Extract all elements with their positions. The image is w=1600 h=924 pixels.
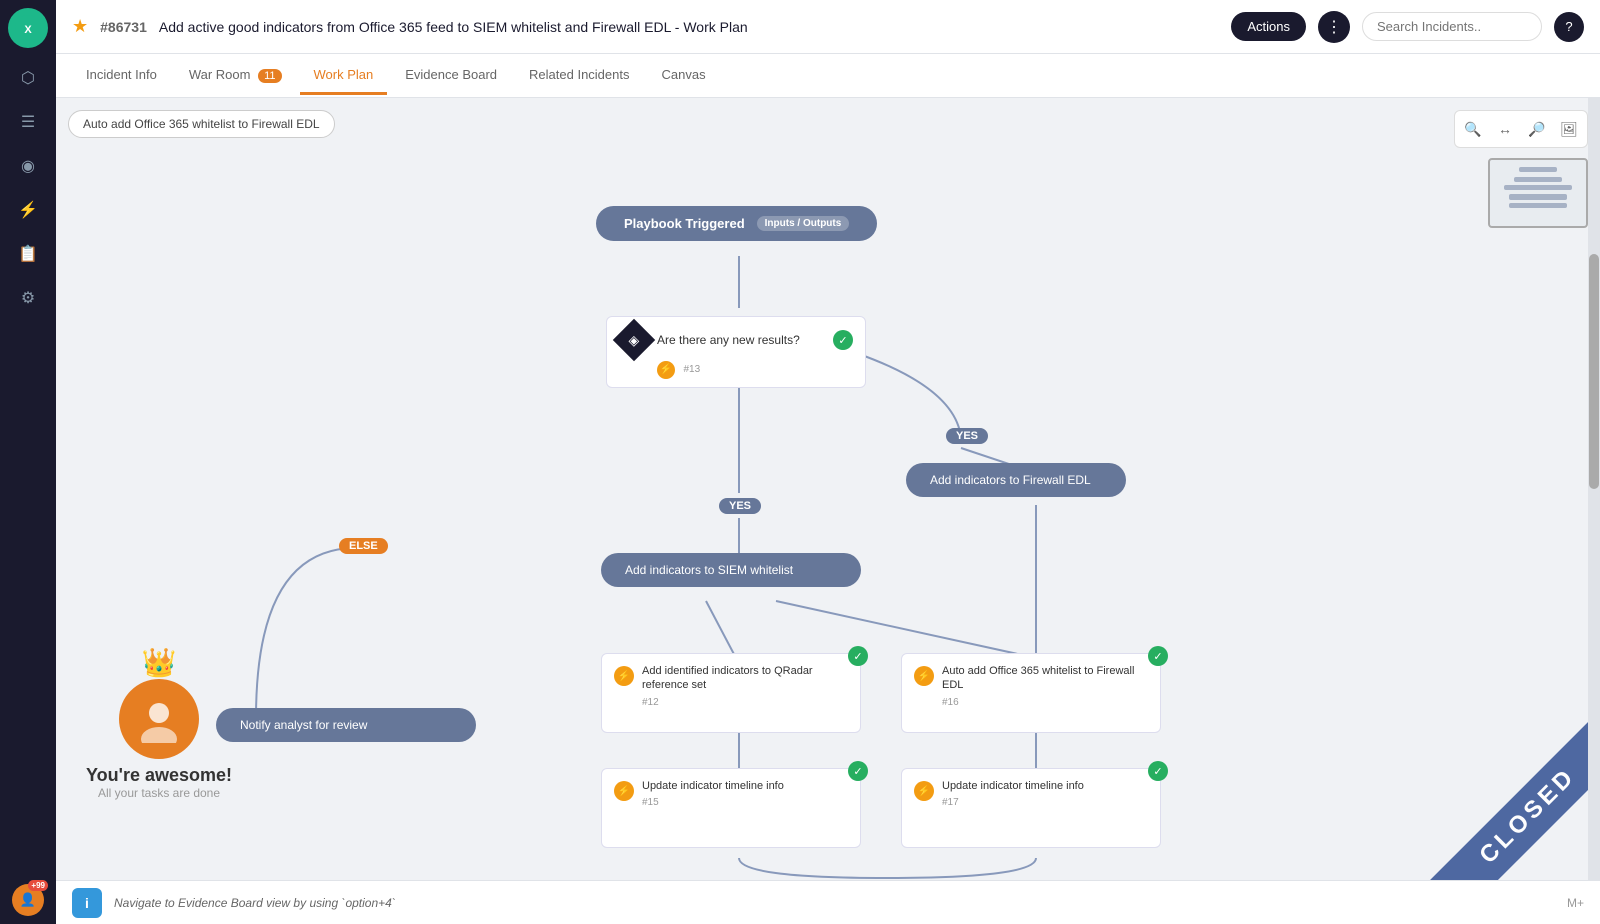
minimap [1488, 158, 1588, 228]
war-room-badge: 11 [258, 69, 281, 83]
actions-button[interactable]: Actions [1231, 12, 1306, 41]
tab-related-incidents[interactable]: Related Incidents [515, 57, 643, 95]
node-task2[interactable]: ⚡ Auto add Office 365 whitelist to Firew… [901, 653, 1161, 733]
zoom-in-button[interactable]: 🔍 [1459, 115, 1487, 143]
node-task4[interactable]: ⚡ Update indicator timeline info #17 ✓ [901, 768, 1161, 848]
sidebar-item-automation[interactable]: ⚡ [10, 192, 46, 228]
keyboard-hint: M+ [1567, 896, 1584, 910]
hint-text: Navigate to Evidence Board view by using… [114, 896, 1555, 910]
bottom-bar: i Navigate to Evidence Board view by usi… [56, 880, 1600, 924]
node-notify[interactable]: Notify analyst for review [216, 708, 476, 742]
io-label: Inputs / Outputs [757, 216, 850, 231]
sidebar-item-reports[interactable]: 📋 [10, 236, 46, 272]
notification-badge: +99 [28, 880, 48, 891]
yes-badge-right: YES [946, 428, 988, 444]
awesome-text: You're awesome! All your tasks are done [86, 765, 232, 800]
closed-label: CLOSED [1425, 713, 1600, 880]
node-add-siem[interactable]: Add indicators to SIEM whitelist [601, 553, 861, 587]
main-content: ★ #86731 Add active good indicators from… [56, 0, 1600, 924]
user-avatar[interactable]: 👤 +99 [12, 884, 44, 916]
node-task3[interactable]: ⚡ Update indicator timeline info #15 ✓ [601, 768, 861, 848]
node-condition[interactable]: ◈ Are there any new results? ✓ ⚡ #13 [606, 316, 866, 388]
node-add-firewall[interactable]: Add indicators to Firewall EDL [906, 463, 1126, 497]
awesome-avatar [119, 679, 199, 759]
screenshot-button[interactable]: 🖼 [1555, 115, 1583, 143]
workflow-canvas-area: Auto add Office 365 whitelist to Firewal… [56, 98, 1600, 880]
yes-badge-left: YES [719, 498, 761, 514]
tab-war-room[interactable]: War Room 11 [175, 57, 296, 95]
help-button[interactable]: ? [1554, 12, 1584, 42]
star-icon[interactable]: ★ [72, 16, 88, 37]
canvas-controls: 🔍 ↔ 🔎 🖼 [1454, 110, 1588, 148]
crown-icon: 👑 [86, 646, 232, 679]
tabs-bar: Incident Info War Room 11 Work Plan Evid… [56, 54, 1600, 98]
tab-canvas[interactable]: Canvas [647, 57, 719, 95]
else-badge: ELSE [339, 538, 388, 554]
search-input[interactable] [1362, 12, 1542, 41]
canvas-label: Auto add Office 365 whitelist to Firewal… [68, 110, 335, 138]
page-title: Add active good indicators from Office 3… [159, 19, 1220, 35]
sidebar-item-settings[interactable]: ⚙ [10, 280, 46, 316]
incident-id: #86731 [100, 19, 147, 35]
fit-button[interactable]: ↔ [1491, 115, 1519, 143]
tab-incident-info[interactable]: Incident Info [72, 57, 171, 95]
header: ★ #86731 Add active good indicators from… [56, 0, 1600, 54]
node-playbook-triggered[interactable]: Playbook Triggered Inputs / Outputs [596, 206, 877, 241]
tab-work-plan[interactable]: Work Plan [300, 57, 388, 95]
sidebar: X ⬡ ☰ ◉ ⚡ 📋 ⚙ 👤 +99 [0, 0, 56, 924]
sidebar-item-analytics[interactable]: ◉ [10, 148, 46, 184]
logo[interactable]: X [8, 8, 48, 48]
tab-evidence-board[interactable]: Evidence Board [391, 57, 511, 95]
zoom-out-button[interactable]: 🔎 [1523, 115, 1551, 143]
svg-text:X: X [24, 24, 32, 36]
awesome-section: 👑 You're awesome! All your tasks are don… [86, 646, 232, 800]
scrollbar-thumb[interactable] [1589, 254, 1599, 489]
more-options-button[interactable]: ⋮ [1318, 11, 1350, 43]
scrollbar[interactable] [1588, 98, 1600, 880]
sidebar-item-home[interactable]: ⬡ [10, 60, 46, 96]
info-button[interactable]: i [72, 888, 102, 918]
sidebar-item-list[interactable]: ☰ [10, 104, 46, 140]
node-task1[interactable]: ⚡ Add identified indicators to QRadar re… [601, 653, 861, 733]
closed-stamp: CLOSED [1400, 680, 1600, 880]
